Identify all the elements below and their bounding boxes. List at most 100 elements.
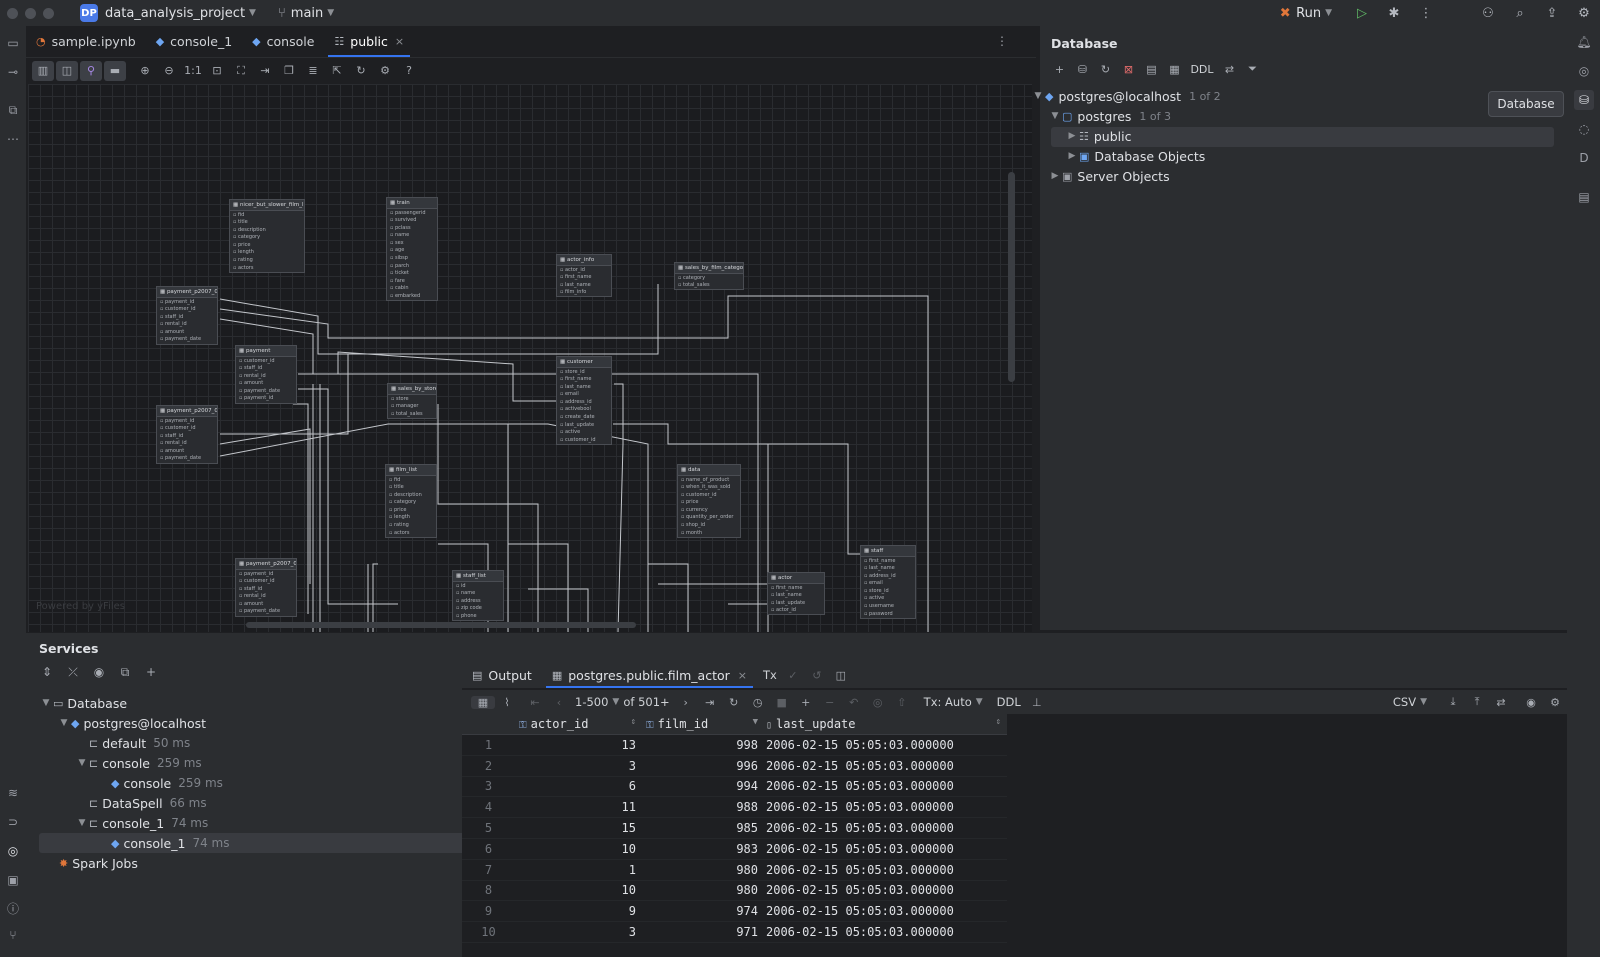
cell-last-update[interactable]: 2006-02-15 05:05:03.000000	[764, 759, 1007, 773]
tx-button[interactable]: Tx	[763, 668, 777, 682]
run-config-label[interactable]: Run	[1296, 6, 1321, 21]
rollback-icon[interactable]: ↺	[805, 669, 829, 682]
diagram-table[interactable]: ▦ customer ▫ store_id ▫ first_name ▫ last_n…	[556, 356, 612, 445]
more-icon[interactable]: ⋮	[1410, 6, 1442, 21]
eye-icon[interactable]: ◉	[86, 665, 112, 680]
tab-options-icon[interactable]: ⋮	[996, 34, 1008, 48]
ddl-button[interactable]: DDL	[997, 695, 1021, 709]
cell-actor-id[interactable]: 3	[515, 759, 642, 773]
diagram-table[interactable]: ▦ actor ▫ first_name ▫ last_name ▫ last_upd…	[767, 572, 825, 616]
table-row[interactable]: 1 13 998 2006-02-15 05:05:03.000000	[462, 735, 1007, 756]
cell-actor-id[interactable]: 11	[515, 800, 642, 814]
fit-content-icon[interactable]: ⊡	[206, 61, 228, 81]
tab-film-actor[interactable]: ▦ postgres.public.film_actor ×	[542, 662, 757, 688]
diagram-horizontal-scrollbar[interactable]	[246, 622, 636, 628]
table-row[interactable]: 2 3 996 2006-02-15 05:05:03.000000	[462, 756, 1007, 777]
services-item-spark-jobs[interactable]: ✸ Spark Jobs	[59, 853, 138, 873]
table-row[interactable]: 6 10 983 2006-02-15 05:05:03.000000	[462, 839, 1007, 860]
table-icon[interactable]: ▦	[1163, 63, 1186, 76]
upload-icon[interactable]: ⤒	[1465, 695, 1489, 709]
gear-icon[interactable]: ⚙	[1543, 696, 1567, 709]
cell-last-update[interactable]: 2006-02-15 05:05:03.000000	[764, 883, 1007, 897]
data-source-properties-icon[interactable]: ⛁	[1071, 63, 1094, 76]
actual-size-icon[interactable]: 1:1	[182, 61, 204, 81]
table-row[interactable]: 9 9 974 2006-02-15 05:05:03.000000	[462, 901, 1007, 923]
project-badge[interactable]: DP	[80, 4, 98, 22]
table-row[interactable]: 10 3 971 2006-02-15 05:05:03.000000	[462, 922, 1007, 943]
previous-page-icon[interactable]: ‹	[547, 696, 571, 709]
diagram-table[interactable]: ▦ nicer_but_slower_film_list ▫ fid ▫ title…	[229, 199, 305, 273]
result-grid[interactable]: ⚿ actor_id ⇕ ⚿ film_id ▼ ▯ last_update ⇕ 11…	[462, 714, 1007, 943]
cell-film-id[interactable]: 994	[642, 779, 764, 793]
tab-console[interactable]: ◆ console	[242, 26, 324, 57]
diagram-table[interactable]: ▦ payment ▫ customer_id ▫ staff_id ▫ rental…	[235, 345, 297, 404]
commit-icon[interactable]: ⊸	[4, 63, 22, 81]
first-page-icon[interactable]: ⇤	[523, 696, 547, 709]
cell-actor-id[interactable]: 10	[515, 883, 642, 897]
er-diagram-canvas[interactable]: ▦ nicer_but_slower_film_list ▫ fid ▫ title…	[28, 84, 1032, 632]
zoom-in-icon[interactable]: ⊕	[134, 61, 156, 81]
table-row[interactable]: 4 11 988 2006-02-15 05:05:03.000000	[462, 797, 1007, 819]
refresh-icon[interactable]: ↻	[350, 61, 372, 81]
last-page-icon[interactable]: ⇥	[698, 696, 722, 709]
eye-icon[interactable]: ◉	[1519, 696, 1543, 709]
project-name[interactable]: data_analysis_project	[105, 6, 245, 21]
apply-layout-icon[interactable]: ≣	[302, 61, 324, 81]
sort-icon[interactable]: ▼	[753, 717, 758, 727]
ddl-button[interactable]: DDL	[1186, 63, 1218, 76]
gear-icon[interactable]: ⚙	[374, 61, 396, 81]
cell-last-update[interactable]: 2006-02-15 05:05:03.000000	[764, 738, 1007, 752]
cell-film-id[interactable]: 988	[642, 800, 764, 814]
diagram-table[interactable]: ▦ film_list ▫ fid ▫ title ▫ description ▫ ca…	[385, 464, 437, 538]
structure-icon[interactable]: ⧉	[4, 101, 22, 119]
window-close-button[interactable]	[7, 7, 18, 19]
collapse-all-icon[interactable]: ⤫	[60, 665, 86, 680]
columns-icon[interactable]: ▥	[32, 61, 54, 81]
tab-public[interactable]: ☷ public ×	[324, 26, 414, 57]
services-icon[interactable]: ◎	[4, 842, 22, 860]
submit-icon[interactable]: ⇧	[890, 696, 914, 709]
console-icon[interactable]: ▤	[1140, 63, 1163, 76]
commit-icon[interactable]: ✓	[781, 669, 805, 682]
layers-icon[interactable]: ▤	[1574, 187, 1594, 207]
ai-assistant-icon[interactable]: ◎	[1574, 61, 1594, 81]
cell-actor-id[interactable]: 1	[515, 863, 642, 877]
problems-icon[interactable]: ⓘ	[4, 900, 22, 918]
comment-icon[interactable]: ▬	[104, 61, 126, 81]
hierarchy-icon[interactable]: ⛶	[230, 61, 252, 81]
services-item-database[interactable]: ▼ ▭ Database	[39, 693, 128, 713]
route-edges-icon[interactable]: ⇥	[254, 61, 276, 81]
diagram-table[interactable]: ▦ data ▫ name_of_product ▫ when_it_was_sol…	[677, 464, 741, 538]
help-icon[interactable]: ?	[398, 61, 420, 81]
layout-icon[interactable]: ◫	[56, 61, 78, 81]
gear-icon[interactable]: ⚙	[1568, 6, 1600, 21]
refresh-icon[interactable]: ↻	[1094, 63, 1117, 76]
diagram-table[interactable]: ▦ staff ▫ first_name ▫ last_name ▫ address_…	[860, 545, 916, 619]
search-icon[interactable]: ⌕	[1504, 6, 1536, 21]
table-row[interactable]: 8 10 980 2006-02-15 05:05:03.000000	[462, 881, 1007, 902]
services-item-dataspell[interactable]: ⊏ DataSpell 66 ms	[89, 793, 207, 813]
tree-item-postgres[interactable]: ▼ ▢ postgres 1 of 3	[1048, 106, 1171, 126]
notifications-icon[interactable]: 🔔︎	[1574, 32, 1594, 52]
cell-film-id[interactable]: 998	[642, 738, 764, 752]
cell-actor-id[interactable]: 15	[515, 821, 642, 835]
close-icon[interactable]: ×	[738, 669, 747, 682]
branch-name[interactable]: main	[291, 6, 323, 21]
diagram-table[interactable]: ▦ staff_list ▫ id ▫ name ▫ address ▫ zip cod…	[452, 570, 504, 621]
cell-last-update[interactable]: 2006-02-15 05:05:03.000000	[764, 925, 1007, 939]
cell-last-update[interactable]: 2006-02-15 05:05:03.000000	[764, 863, 1007, 877]
table-row[interactable]: 3 6 994 2006-02-15 05:05:03.000000	[462, 777, 1007, 798]
window-zoom-button[interactable]	[43, 7, 54, 19]
add-icon[interactable]: +	[138, 665, 164, 680]
sort-icon[interactable]: ⇕	[996, 717, 1001, 727]
chart-view-icon[interactable]: ⌇	[495, 696, 519, 709]
terminal-icon[interactable]: ▣	[4, 871, 22, 889]
services-item-console[interactable]: ▼ ⊏ console 259 ms	[75, 753, 202, 773]
cell-film-id[interactable]: 974	[642, 904, 764, 918]
delete-row-icon[interactable]: −	[818, 696, 842, 709]
pin-icon[interactable]: ⊥	[1025, 696, 1049, 709]
cell-film-id[interactable]: 980	[642, 863, 764, 877]
add-row-icon[interactable]: +	[794, 696, 818, 709]
d-plugin-icon[interactable]: D	[1574, 148, 1594, 168]
diagram-table[interactable]: ▦ actor_info ▫ actor_id ▫ first_name ▫ last…	[556, 254, 612, 298]
